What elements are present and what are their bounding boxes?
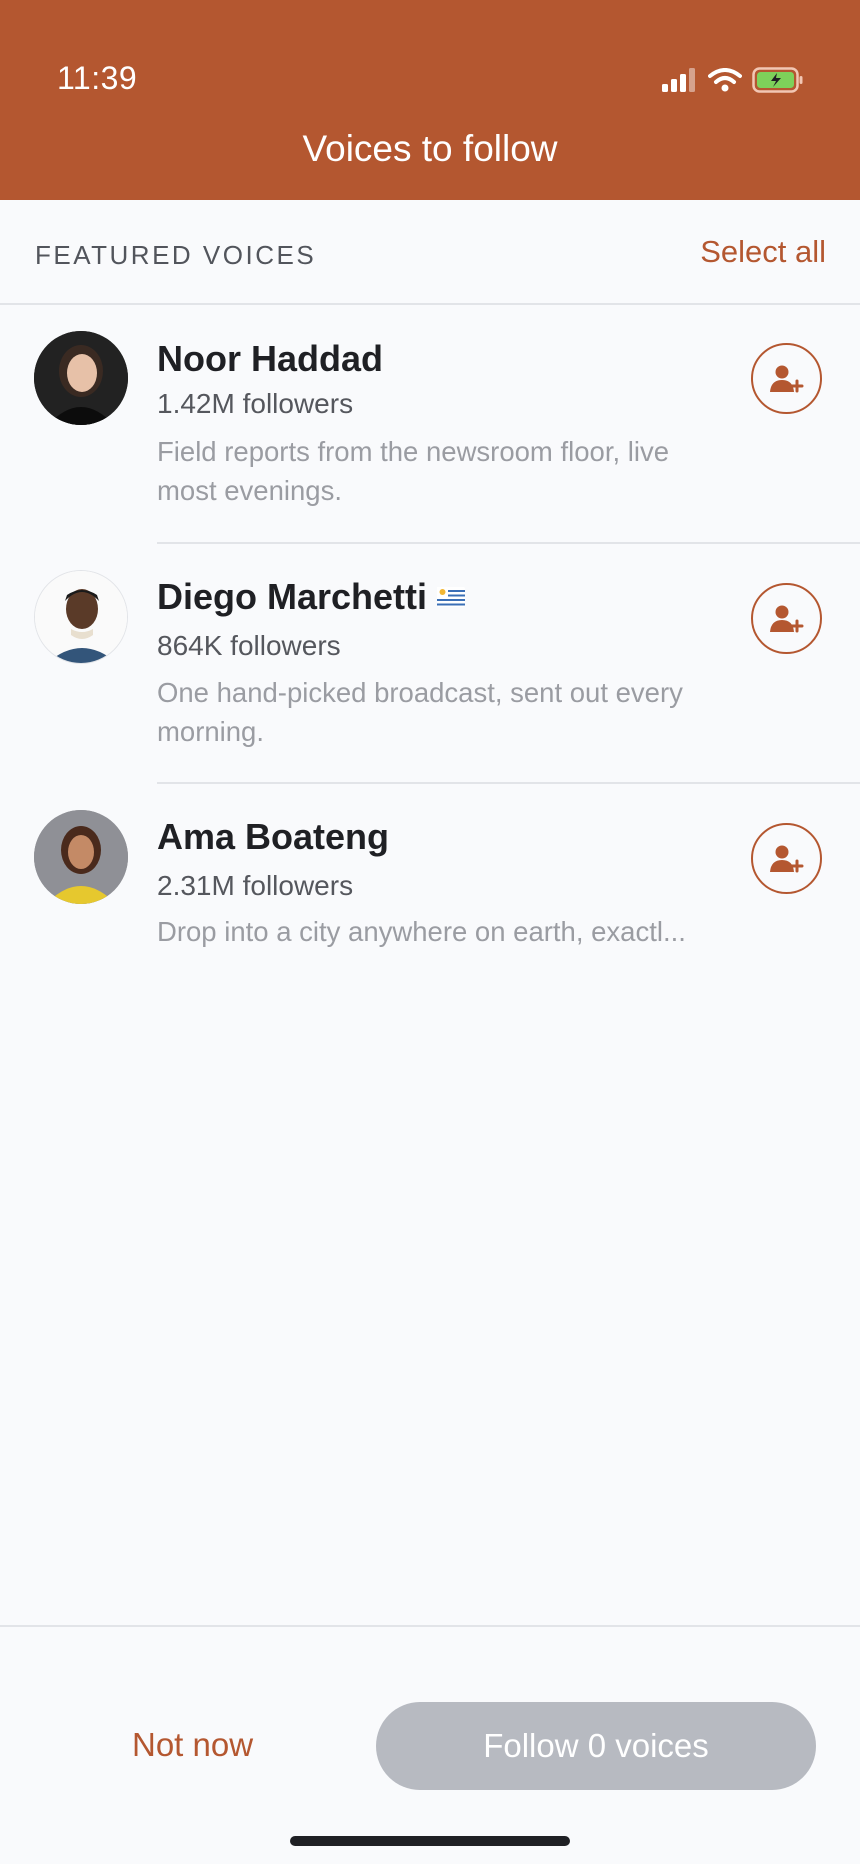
status-icons — [662, 66, 804, 94]
voice-name: Noor Haddad — [157, 338, 384, 379]
list-item[interactable]: Diego Marchetti 864K followers One hand-… — [0, 544, 860, 784]
page-title: Voices to follow — [302, 128, 558, 169]
add-person-icon — [769, 365, 803, 392]
avatar — [34, 570, 128, 664]
follower-count: 2.31M followers — [157, 870, 354, 901]
voice-name: Ama Boateng — [157, 816, 390, 857]
list-item[interactable]: Noor Haddad 1.42M followers Field report… — [0, 303, 860, 543]
uruguay-flag-icon — [437, 587, 466, 607]
home-indicator — [290, 1836, 570, 1846]
status-time: 11:39 — [57, 60, 138, 96]
voice-description: Field reports from the newsroom floor, l… — [157, 436, 669, 506]
select-all-button[interactable]: Select all — [700, 234, 826, 270]
avatar — [34, 331, 128, 425]
follow-voice-button[interactable] — [751, 823, 822, 894]
avatar — [34, 810, 128, 904]
follower-count: 864K followers — [157, 630, 341, 661]
follower-count: 1.42M followers — [157, 388, 354, 419]
section-header: FEATURED VOICES Select all — [0, 200, 860, 305]
voice-description: Drop into a city anywhere on earth, exac… — [157, 916, 686, 947]
not-now-button[interactable]: Not now — [132, 1726, 253, 1764]
follow-voice-button[interactable] — [751, 583, 822, 654]
add-person-icon — [769, 605, 803, 632]
voice-name: Diego Marchetti — [157, 576, 466, 618]
list-item[interactable]: Ama Boateng 2.31M followers Drop into a … — [0, 784, 860, 974]
add-person-icon — [769, 845, 803, 872]
footer-divider — [0, 1625, 860, 1627]
header-bar: 11:39 Voices to follow — [0, 0, 860, 200]
signal-icon — [662, 68, 695, 92]
section-title: FEATURED VOICES — [35, 240, 317, 270]
voice-description: One hand-picked broadcast, sent out ever… — [157, 677, 683, 747]
follow-voice-button[interactable] — [751, 343, 822, 414]
wifi-icon — [708, 68, 742, 92]
follow-voices-button[interactable]: Follow 0 voices — [376, 1702, 816, 1790]
battery-charging-icon — [752, 67, 803, 93]
